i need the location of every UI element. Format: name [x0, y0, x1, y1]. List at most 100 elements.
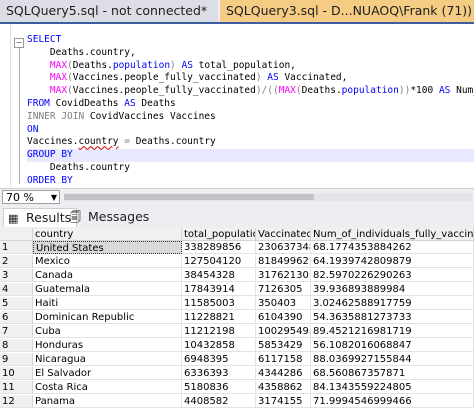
code-line[interactable]: MAX(Vaccines.people_fully_vaccinated) AS…	[27, 72, 474, 85]
cell-country[interactable]: Dominican Republic	[33, 311, 182, 324]
cell-total-population[interactable]: 11212198	[182, 325, 256, 338]
cell-country[interactable]: El Salvador	[33, 367, 182, 380]
cell-vaccinated[interactable]: 6104390	[256, 311, 311, 324]
cell-pct-vaccinated[interactable]: 68.560867357871	[311, 367, 474, 380]
column-header[interactable]: Vaccinated	[256, 228, 311, 241]
code-line[interactable]: Vaccines.country = Deaths.country	[27, 136, 474, 149]
code-line[interactable]: ON	[27, 124, 474, 137]
cell-pct-vaccinated[interactable]: 54.3635881273733	[311, 311, 474, 324]
cell-total-population[interactable]: 6336393	[182, 367, 256, 380]
table-row[interactable]: 6 Dominican Republic 11228821 6104390 54.363…	[0, 311, 474, 324]
cell-total-population[interactable]: 5180836	[182, 381, 256, 394]
cell-vaccinated[interactable]: 230637348	[256, 241, 311, 254]
cell-pct-vaccinated[interactable]: 88.0369927155844	[311, 353, 474, 366]
scrollbar-thumb[interactable]	[64, 194, 314, 200]
code-line[interactable]: Deaths.country	[27, 162, 474, 175]
horizontal-scrollbar[interactable]	[64, 193, 472, 201]
row-number[interactable]: 1	[0, 241, 33, 254]
code-line[interactable]: SELECT	[27, 34, 474, 47]
row-number[interactable]: 3	[0, 269, 33, 282]
row-number[interactable]: 2	[0, 255, 33, 268]
cell-vaccinated[interactable]: 5853429	[256, 339, 311, 352]
cell-total-population[interactable]: 17843914	[182, 283, 256, 296]
cell-country[interactable]: Cuba	[33, 325, 182, 338]
row-number[interactable]: 10	[0, 367, 33, 380]
cell-vaccinated[interactable]: 4344286	[256, 367, 311, 380]
collapse-icon[interactable]: −	[14, 38, 24, 48]
code-line[interactable]: ORDER BY	[27, 175, 474, 187]
cell-vaccinated[interactable]: 350403	[256, 297, 311, 310]
table-row[interactable]: 11 Costa Rica 5180836 4358862 84.13435592248…	[0, 381, 474, 394]
cell-pct-vaccinated[interactable]: 89.4521216981719	[311, 325, 474, 338]
query-editor[interactable]: − SELECT Deaths.country, MAX(Deaths.popu…	[0, 24, 474, 187]
cell-country[interactable]: Mexico	[33, 255, 182, 268]
cell-vaccinated[interactable]: 81849962	[256, 255, 311, 268]
row-number[interactable]: 12	[0, 395, 33, 408]
cell-country[interactable]: Guatemala	[33, 283, 182, 296]
cell-vaccinated[interactable]: 10029549	[256, 325, 311, 338]
cell-pct-vaccinated[interactable]: 56.1082016068847	[311, 339, 474, 352]
cell-pct-vaccinated[interactable]: 68.1774353884262	[311, 241, 474, 254]
row-number[interactable]: 6	[0, 311, 33, 324]
cell-vaccinated[interactable]: 6117158	[256, 353, 311, 366]
column-header[interactable]	[0, 228, 33, 241]
row-number[interactable]: 5	[0, 297, 33, 310]
code-token: MAX	[49, 59, 68, 71]
row-number[interactable]: 11	[0, 381, 33, 394]
row-number[interactable]: 8	[0, 339, 33, 352]
zoom-select[interactable]: 70 % ▼	[2, 190, 60, 204]
cell-total-population[interactable]: 4408582	[182, 395, 256, 408]
cell-pct-vaccinated[interactable]: 64.1939742809879	[311, 255, 474, 268]
code-line[interactable]: MAX(Vaccines.people_fully_vaccinated)/((…	[27, 85, 474, 98]
cell-vaccinated[interactable]: 7126305	[256, 283, 311, 296]
code-line[interactable]: INNER JOIN CovidVaccines Vaccines	[27, 111, 474, 124]
table-row[interactable]: 1 United States 338289856 230637348 68.17743…	[0, 241, 474, 254]
sql-code[interactable]: SELECT Deaths.country, MAX(Deaths.popula…	[27, 34, 474, 187]
column-header[interactable]: country	[33, 228, 182, 241]
cell-total-population[interactable]: 127504120	[182, 255, 256, 268]
table-row[interactable]: 12 Panama 4408582 3174155 71.9994546999466	[0, 395, 474, 408]
cell-total-population[interactable]: 11228821	[182, 311, 256, 324]
tab-sqlquery3[interactable]: SQLQuery3.sql - D...NUAOQ\Frank (71))⊣✕	[220, 0, 474, 22]
tab-sqlquery5[interactable]: SQLQuery5.sql - not connected*	[0, 0, 218, 22]
cell-pct-vaccinated[interactable]: 82.5970226290263	[311, 269, 474, 282]
cell-country[interactable]: United States	[33, 241, 182, 254]
cell-total-population[interactable]: 6948395	[182, 353, 256, 366]
cell-pct-vaccinated[interactable]: 39.936893889984	[311, 283, 474, 296]
cell-total-population[interactable]: 11585003	[182, 297, 256, 310]
table-row[interactable]: 9 Nicaragua 6948395 6117158 88.0369927155844	[0, 353, 474, 366]
cell-country[interactable]: Haiti	[33, 297, 182, 310]
row-number[interactable]: 4	[0, 283, 33, 296]
cell-total-population[interactable]: 10432858	[182, 339, 256, 352]
row-number[interactable]: 7	[0, 325, 33, 338]
table-row[interactable]: 7 Cuba 11212198 10029549 89.4521216981719	[0, 325, 474, 338]
code-line[interactable]: GROUP BY	[27, 149, 474, 162]
cell-country[interactable]: Canada	[33, 269, 182, 282]
column-header[interactable]: total_population	[182, 228, 256, 241]
cell-country[interactable]: Costa Rica	[33, 381, 182, 394]
cell-vaccinated[interactable]: 4358862	[256, 381, 311, 394]
code-line[interactable]: MAX(Deaths.population) AS total_populati…	[27, 60, 474, 73]
cell-pct-vaccinated[interactable]: 71.9994546999466	[311, 395, 474, 408]
cell-vaccinated[interactable]: 3174155	[256, 395, 311, 408]
results-grid[interactable]: countrytotal_populationVaccinatedNum_of_…	[0, 228, 474, 409]
code-line[interactable]: FROM CovidDeaths AS Deaths	[27, 98, 474, 111]
table-row[interactable]: 3 Canada 38454328 31762130 82.5970226290263	[0, 269, 474, 282]
cell-vaccinated[interactable]: 31762130	[256, 269, 311, 282]
cell-country[interactable]: Nicaragua	[33, 353, 182, 366]
table-row[interactable]: 4 Guatemala 17843914 7126305 39.936893889984	[0, 283, 474, 296]
tab-messages[interactable]: 🗐 Messages	[66, 208, 153, 226]
code-line[interactable]: Deaths.country,	[27, 47, 474, 60]
table-row[interactable]: 2 Mexico 127504120 81849962 64.1939742809879	[0, 255, 474, 268]
table-row[interactable]: 8 Honduras 10432858 5853429 56.1082016068847	[0, 339, 474, 352]
table-row[interactable]: 10 El Salvador 6336393 4344286 68.5608673578…	[0, 367, 474, 380]
cell-country[interactable]: Honduras	[33, 339, 182, 352]
cell-pct-vaccinated[interactable]: 3.02462588917759	[311, 297, 474, 310]
cell-pct-vaccinated[interactable]: 84.1343559224805	[311, 381, 474, 394]
cell-total-population[interactable]: 338289856	[182, 241, 256, 254]
cell-total-population[interactable]: 38454328	[182, 269, 256, 282]
cell-country[interactable]: Panama	[33, 395, 182, 408]
table-row[interactable]: 5 Haiti 11585003 350403 3.02462588917759	[0, 297, 474, 310]
column-header[interactable]: Num_of_individuals_fully_vaccinated	[311, 228, 474, 241]
row-number[interactable]: 9	[0, 353, 33, 366]
